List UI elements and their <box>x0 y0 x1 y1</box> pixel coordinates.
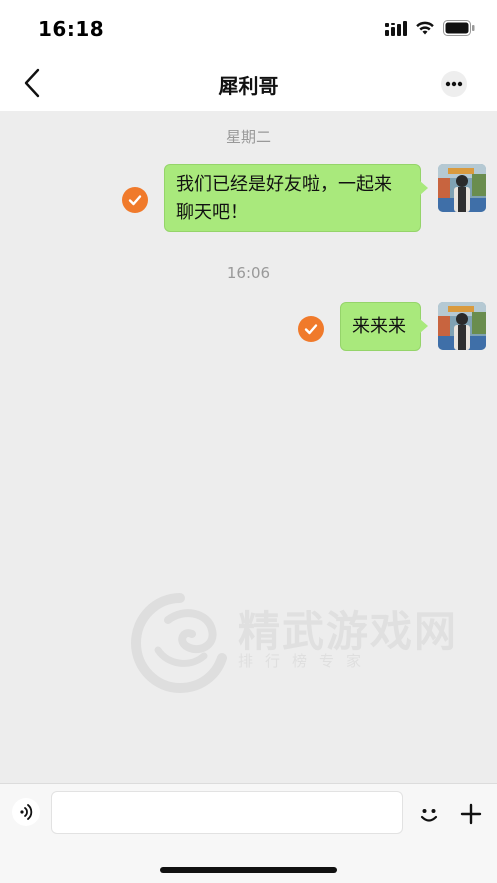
watermark: 精武游戏网 排行榜专家 <box>128 590 478 700</box>
more-button[interactable] <box>441 71 467 97</box>
sent-check-icon <box>122 187 148 213</box>
add-button[interactable] <box>457 800 485 828</box>
avatar[interactable] <box>438 302 486 350</box>
voice-icon <box>20 804 33 820</box>
message-text: 我们已经是好友啦，一起来 <box>176 174 392 195</box>
input-bar <box>0 783 497 883</box>
message-input[interactable] <box>51 791 403 834</box>
status-bar: 16:18 <box>0 0 497 56</box>
more-icon <box>445 81 463 87</box>
home-indicator <box>160 867 337 873</box>
status-time: 16:18 <box>38 17 105 41</box>
chat-title: 犀利哥 <box>218 74 279 98</box>
message-text: 聊天吧！ <box>176 202 248 223</box>
status-icons <box>385 20 475 36</box>
smile-icon <box>420 809 438 822</box>
battery-icon <box>443 20 475 36</box>
wifi-icon <box>416 21 434 35</box>
emoji-button[interactable] <box>415 800 443 828</box>
nav-bar: 犀利哥 <box>0 56 497 111</box>
watermark-logo-icon <box>130 593 227 694</box>
time-label: 16:06 <box>226 264 271 282</box>
time-label: 星期二 <box>225 128 271 146</box>
signal-icon <box>385 21 407 36</box>
message-bubble[interactable]: 来来来 <box>340 302 428 351</box>
watermark-subtitle: 排行榜专家 <box>238 652 374 670</box>
message-text: 来来来 <box>352 316 406 337</box>
plus-icon <box>460 803 482 825</box>
avatar[interactable] <box>438 164 486 212</box>
voice-button[interactable] <box>12 798 40 826</box>
sent-check-icon <box>298 316 324 342</box>
message-bubble[interactable]: 我们已经是好友啦，一起来 聊天吧！ <box>164 164 428 232</box>
